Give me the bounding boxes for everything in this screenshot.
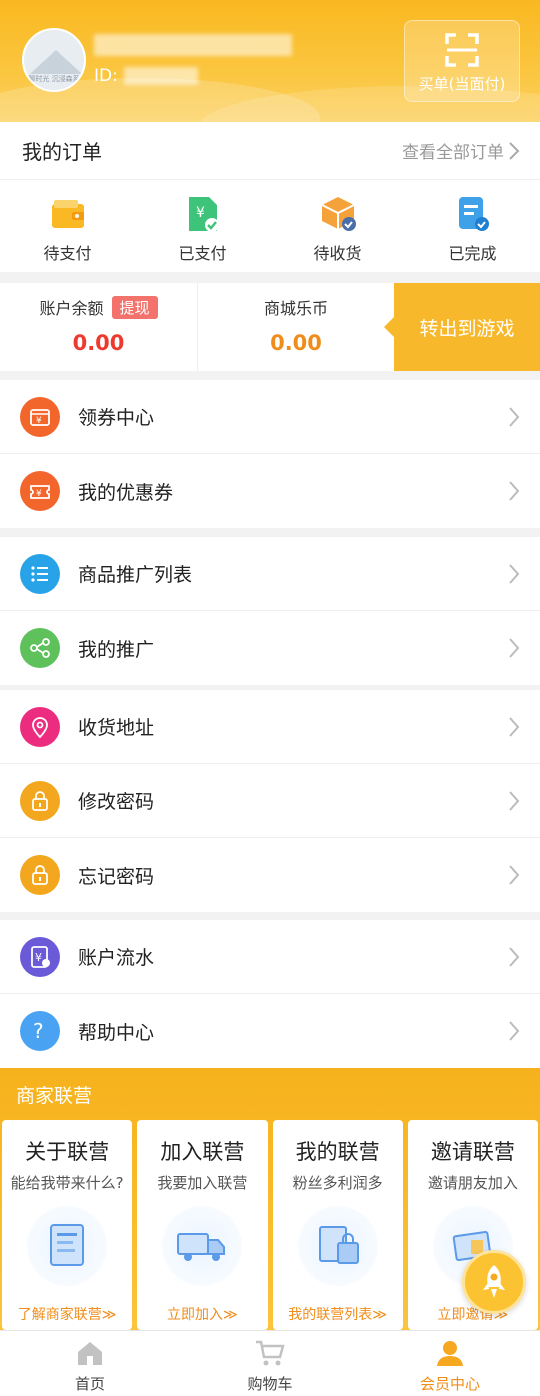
card-link[interactable]: 了解商家联营≫ — [2, 1304, 132, 1324]
menu-item-account-flow[interactable]: ¥ 账户流水 — [0, 920, 540, 994]
order-status-paid[interactable]: ¥ 已支付 — [135, 180, 270, 272]
menu-item-shipping-address[interactable]: 收货地址 — [0, 690, 540, 764]
card-about-partnership[interactable]: 关于联营 能给我带来什么? 了解商家联营≫ — [2, 1120, 133, 1330]
pay-button-label: 买单(当面付) — [418, 75, 506, 93]
menu-label: 帮助中心 — [78, 1021, 155, 1044]
order-status-pending-payment[interactable]: 待支付 — [0, 180, 135, 272]
list-icon — [31, 565, 48, 582]
svg-text:¥: ¥ — [36, 416, 42, 426]
menu-label: 修改密码 — [78, 791, 155, 813]
menu-item-my-promotion[interactable]: 我的推广 — [0, 611, 540, 685]
menu-item-product-promotion-list[interactable]: 商品推广列表 — [0, 537, 540, 611]
rocket-icon — [483, 1265, 505, 1298]
truck-illustration-icon — [177, 1233, 226, 1261]
menu-label: 忘记密码 — [78, 865, 155, 888]
order-status-completed[interactable]: 已完成 — [405, 180, 540, 272]
transfer-to-game-button[interactable]: 转出到游戏 — [384, 283, 540, 371]
chevron-right-icon — [509, 947, 520, 967]
nav-member-center[interactable]: 会员中心 — [360, 1331, 540, 1396]
chevron-right-icon — [509, 717, 520, 737]
card-link[interactable]: 我的联营列表≫ — [273, 1304, 403, 1324]
lock-icon — [32, 790, 48, 811]
completed-doc-icon — [458, 197, 489, 231]
menu-group-coupons: ¥ 领券中心 ¥ 我的优惠券 — [0, 380, 540, 528]
menu-label: 商品推广列表 — [78, 564, 193, 586]
package-icon — [321, 197, 356, 231]
username-blurred — [94, 34, 292, 56]
home-icon — [78, 1342, 102, 1365]
mall-coin-label: 商城乐币 — [263, 299, 328, 318]
chevron-right-icon — [509, 564, 520, 584]
cart-icon — [256, 1340, 285, 1366]
svg-text:¥: ¥ — [196, 205, 205, 221]
balance-section: 账户余额 提现 0.00 商城乐币 0.00 转出到游戏 — [0, 283, 540, 371]
share-icon — [30, 638, 50, 658]
card-link[interactable]: 立即邀请≫ — [408, 1304, 538, 1324]
mall-coin-value: 0.00 — [270, 331, 322, 355]
user-id-label: ID: — [94, 66, 118, 86]
paid-bill-icon: ¥ — [188, 197, 219, 232]
nav-home[interactable]: 首页 — [0, 1331, 180, 1396]
svg-text:¥: ¥ — [36, 489, 42, 499]
menu-item-help-center[interactable]: ? 帮助中心 — [0, 994, 540, 1068]
menu-group-promotion: 商品推广列表 我的推广 — [0, 537, 540, 685]
withdraw-button[interactable]: 提现 — [111, 295, 158, 319]
chevron-right-icon — [509, 865, 520, 885]
svg-text:?: ? — [33, 1019, 44, 1043]
scan-icon — [445, 33, 479, 67]
avatar-mountain-icon — [30, 50, 82, 74]
avatar-caption: 聊时光 沉浸森系 — [28, 75, 80, 83]
card-link[interactable]: 立即加入≫ — [137, 1304, 267, 1324]
merchant-partnership-section: 商家联营 关于联营 能给我带来什么? 了解商家联营≫ 加入联营 我要加入联营 立… — [0, 1068, 540, 1330]
menu-label: 账户流水 — [78, 947, 155, 969]
menu-label: 领券中心 — [78, 407, 155, 429]
merchant-section-title: 商家联营 — [16, 1085, 93, 1107]
menu-item-forgot-password[interactable]: 忘记密码 — [0, 838, 540, 912]
card-my-partnership[interactable]: 我的联营 粉丝多利润多 我的联营列表≫ — [272, 1120, 403, 1330]
account-balance-value: 0.00 — [72, 331, 125, 355]
chevron-right-icon — [509, 638, 520, 658]
wallet-icon — [51, 200, 84, 228]
account-flow-icon: ¥ — [31, 945, 50, 968]
svg-text:¥: ¥ — [35, 951, 42, 964]
menu-label: 我的推广 — [78, 638, 155, 661]
help-icon: ? — [33, 1019, 44, 1043]
back-to-top-rocket-button[interactable] — [462, 1250, 526, 1314]
user-id-row: ID: — [94, 64, 198, 88]
menu-item-change-password[interactable]: 修改密码 — [0, 764, 540, 838]
account-balance[interactable]: 账户余额 提现 0.00 — [0, 283, 198, 371]
member-icon — [437, 1341, 463, 1366]
profile-header: 聊时光 沉浸森系 ID: 买单(当面付) — [0, 0, 540, 122]
orders-title: 我的订单 — [22, 140, 102, 164]
pay-in-person-button[interactable]: 买单(当面付) — [404, 20, 520, 102]
menu-group-account: 收货地址 修改密码 忘记密码 — [0, 690, 540, 912]
shopping-bag-illustration-icon — [318, 1226, 359, 1264]
chevron-right-icon — [509, 141, 520, 160]
menu-label: 我的优惠券 — [78, 481, 174, 504]
location-pin-icon — [32, 716, 48, 738]
nav-cart[interactable]: 购物车 — [180, 1331, 360, 1396]
account-balance-label: 账户余额 — [39, 299, 104, 318]
view-all-orders-link[interactable]: 查看全部订单 — [402, 138, 520, 163]
menu-item-my-coupons[interactable]: ¥ 我的优惠券 — [0, 454, 540, 528]
mall-coin-balance[interactable]: 商城乐币 0.00 — [198, 283, 394, 371]
user-id-blurred — [123, 67, 198, 85]
my-coupon-icon: ¥ — [30, 485, 50, 499]
menu-group-support: ¥ 账户流水 ? 帮助中心 — [0, 920, 540, 1068]
chevron-right-icon — [509, 481, 520, 501]
lock-icon — [32, 865, 48, 885]
chevron-right-icon — [509, 1021, 520, 1041]
menu-label: 收货地址 — [78, 717, 155, 739]
chevron-right-icon — [509, 791, 520, 811]
order-status-awaiting-receipt[interactable]: 待收货 — [270, 180, 405, 272]
avatar[interactable]: 聊时光 沉浸森系 — [22, 28, 86, 92]
card-join-partnership[interactable]: 加入联营 我要加入联营 立即加入≫ — [137, 1120, 268, 1330]
coupon-center-icon: ¥ — [30, 408, 50, 426]
bottom-navigation: 首页 购物车 会员中心 — [0, 1330, 540, 1396]
menu-item-coupon-center[interactable]: ¥ 领券中心 — [0, 380, 540, 454]
my-orders-section: 我的订单 查看全部订单 待支付 ¥ 已支付 待收货 已完成 — [0, 122, 540, 272]
document-illustration-icon — [50, 1224, 85, 1266]
chevron-right-icon — [509, 407, 520, 427]
